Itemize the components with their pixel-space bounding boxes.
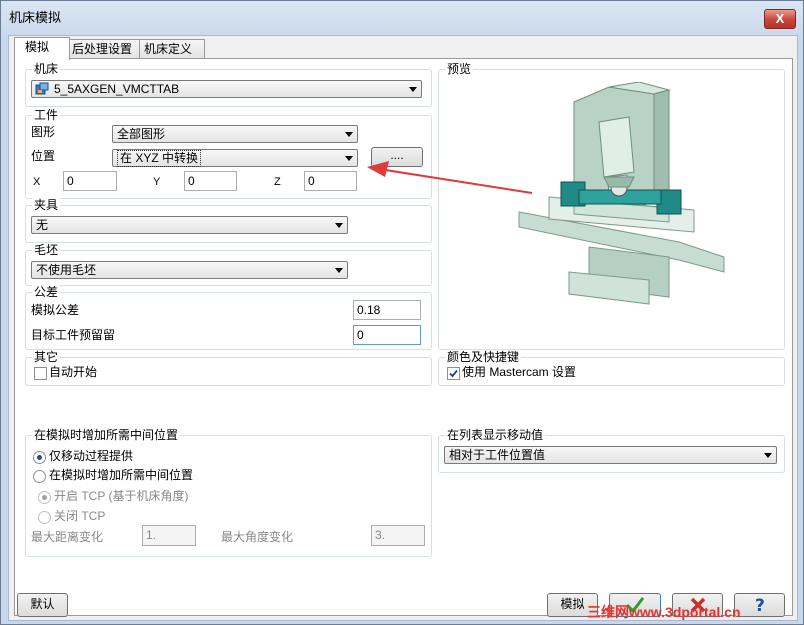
- position-select-value: 在 XYZ 中转换: [117, 150, 202, 167]
- sim-tolerance-value: 0.18: [357, 303, 381, 317]
- close-button[interactable]: X: [764, 9, 796, 29]
- annotation-arrow: [367, 161, 533, 194]
- tcp-on-radio[interactable]: [38, 491, 51, 504]
- colors-group-label: 颜色及快捷键: [445, 350, 522, 364]
- y-input-value: 0: [188, 174, 195, 188]
- position-label: 位置: [31, 149, 56, 163]
- other-group: 其它 自动开始: [25, 350, 432, 386]
- z-input-value: 0: [308, 174, 315, 188]
- use-mastercam-settings-checkbox[interactable]: [447, 367, 460, 380]
- target-offset-label: 目标工件预留留: [31, 328, 116, 342]
- tab-post-settings[interactable]: 后处理设置: [67, 39, 144, 58]
- list-display-select[interactable]: 相对于工件位置值: [444, 446, 777, 464]
- svg-text:?: ?: [755, 596, 765, 615]
- tcp-off-label: 关闭 TCP: [54, 509, 106, 523]
- fixture-select-value: 无: [36, 218, 49, 232]
- stock-group-label: 毛坯: [32, 243, 61, 257]
- check-icon: [449, 369, 458, 378]
- tab-label: 机床定义: [144, 42, 193, 56]
- tolerance-group-label: 公差: [32, 285, 61, 299]
- chevron-down-icon: [345, 132, 353, 137]
- window-title: 机床模拟: [9, 10, 62, 25]
- machine-select[interactable]: 5_5AXGEN_VMCTTAB: [31, 80, 422, 98]
- stock-select-value: 不使用毛坯: [36, 263, 97, 277]
- shape-select-value: 全部图形: [117, 127, 166, 141]
- tab-panel-simulate: 机床 5_5AXGEN_VMCTTAB 工件 图形 全部图形 位置 在 XYZ …: [14, 58, 793, 616]
- default-button[interactable]: 默认: [17, 593, 68, 617]
- machine-group-label: 机床: [32, 62, 61, 76]
- max-distance-value: 1.: [146, 528, 157, 542]
- sim-tolerance-label: 模拟公差: [31, 303, 80, 317]
- intermediate-group-label: 在模拟时增加所需中间位置: [32, 428, 181, 442]
- workpiece-group-label: 工件: [32, 108, 61, 122]
- machine-select-value: 5_5AXGEN_VMCTTAB: [54, 82, 180, 96]
- motion-only-radio[interactable]: [33, 451, 46, 464]
- tab-machine-definition[interactable]: 机床定义: [139, 39, 205, 58]
- dialog-window: 机床模拟 X 模拟 后处理设置 机床定义 机床 5_5AXGEN_VMCTTAB: [0, 0, 804, 625]
- intermediate-group: 在模拟时增加所需中间位置 仅移动过程提供 在模拟时增加所需中间位置 开启 TCP…: [25, 428, 432, 557]
- preview-group-label: 预览: [445, 62, 474, 76]
- colors-group: 颜色及快捷键 使用 Mastercam 设置: [438, 350, 785, 386]
- target-offset-input[interactable]: 0: [353, 325, 421, 345]
- help-icon: ?: [755, 596, 765, 616]
- shape-select[interactable]: 全部图形: [112, 125, 358, 143]
- list-display-select-value: 相对于工件位置值: [449, 448, 546, 462]
- max-angle-label: 最大角度变化: [221, 530, 294, 544]
- chevron-down-icon: [335, 268, 343, 273]
- max-angle-input[interactable]: 3.: [371, 525, 425, 546]
- radio-dot: [42, 495, 47, 500]
- close-icon: X: [775, 11, 785, 26]
- x-input[interactable]: 0: [63, 171, 117, 191]
- fixture-select[interactable]: 无: [31, 216, 348, 234]
- z-label: Z: [274, 176, 281, 188]
- tab-label: 后处理设置: [72, 42, 133, 56]
- machine-group: 机床 5_5AXGEN_VMCTTAB: [25, 62, 432, 107]
- stock-select[interactable]: 不使用毛坯: [31, 261, 348, 279]
- fixture-group-label: 夹具: [32, 198, 61, 212]
- shape-label: 图形: [31, 125, 56, 139]
- fixture-group: 夹具 无: [25, 198, 432, 243]
- title-bar: 机床模拟 X: [1, 1, 803, 31]
- machine-icon: [35, 82, 49, 96]
- add-intermediate-radio[interactable]: [33, 470, 46, 483]
- max-distance-input[interactable]: 1.: [142, 525, 196, 546]
- tab-simulate[interactable]: 模拟: [14, 37, 70, 60]
- stock-group: 毛坯 不使用毛坯: [25, 243, 432, 286]
- chevron-down-icon: [409, 87, 417, 92]
- other-group-label: 其它: [32, 350, 61, 364]
- y-input[interactable]: 0: [184, 171, 237, 191]
- autostart-label: 自动开始: [49, 365, 98, 379]
- tolerance-group: 公差 模拟公差 0.18 目标工件预留留 0: [25, 285, 432, 350]
- help-button[interactable]: ?: [734, 593, 785, 617]
- sim-tolerance-input[interactable]: 0.18: [353, 300, 421, 320]
- max-angle-value: 3.: [375, 528, 386, 542]
- tcp-on-label: 开启 TCP (基于机床角度): [54, 489, 189, 503]
- position-select[interactable]: 在 XYZ 中转换: [112, 149, 358, 167]
- target-offset-value: 0: [357, 328, 364, 342]
- preview-group: 预览: [438, 62, 785, 350]
- list-display-group-label: 在列表显示移动值: [445, 428, 546, 442]
- tab-label: 模拟: [25, 40, 50, 54]
- x-label: X: [33, 176, 41, 188]
- max-distance-label: 最大距离变化: [31, 530, 104, 544]
- chevron-down-icon: [335, 223, 343, 228]
- dialog-client: 模拟 后处理设置 机床定义 机床 5_5AXGEN_VMCTTAB 工件 图形: [8, 35, 798, 621]
- autostart-checkbox[interactable]: [34, 367, 47, 380]
- y-label: Y: [153, 176, 161, 188]
- x-input-value: 0: [67, 174, 74, 188]
- watermark-text: 三维网www.3dportal.cn: [587, 604, 741, 620]
- add-intermediate-label: 在模拟时增加所需中间位置: [49, 468, 194, 482]
- tcp-off-radio[interactable]: [38, 511, 51, 524]
- use-mastercam-settings-label: 使用 Mastercam 设置: [462, 365, 577, 379]
- motion-only-label: 仅移动过程提供: [49, 449, 134, 463]
- radio-dot: [37, 455, 42, 460]
- list-display-group: 在列表显示移动值 相对于工件位置值: [438, 428, 785, 473]
- chevron-down-icon: [764, 453, 772, 458]
